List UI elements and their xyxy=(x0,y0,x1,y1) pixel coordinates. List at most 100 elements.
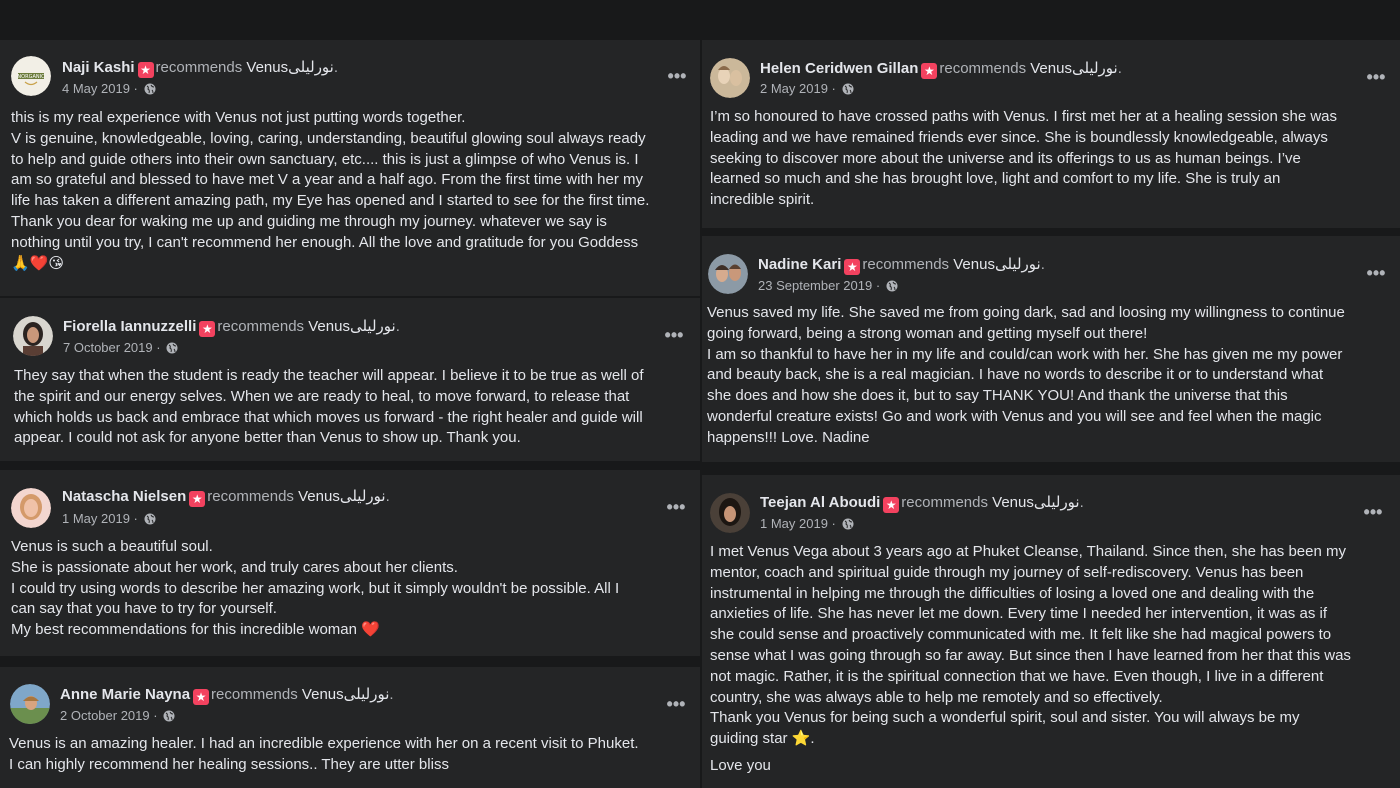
recommends-label: recommends xyxy=(901,494,988,511)
avatar[interactable] xyxy=(11,488,51,528)
globe-icon xyxy=(842,518,854,530)
review-header: Fiorella Iannuzzelli ★ recommends Venusنور… xyxy=(63,318,400,337)
globe-icon xyxy=(842,83,854,95)
avatar[interactable] xyxy=(710,493,750,533)
review-header: Anne Marie Nayna ★ recommends Venusنورليلى… xyxy=(60,686,394,705)
review-text-line: can say that you have to try for yoursel… xyxy=(11,600,277,618)
review-date[interactable]: 1 May 2019 xyxy=(760,516,828,531)
more-options-button[interactable]: ••• xyxy=(1364,68,1388,86)
review-header: Nadine Kari ★ recommends Venusنورليلى. xyxy=(758,256,1045,275)
avatar[interactable] xyxy=(710,58,750,98)
review-date[interactable]: 7 October 2019 xyxy=(63,340,153,355)
review-text-line: Thank you dear for waking me up and guid… xyxy=(11,212,607,230)
recommend-star-icon: ★ xyxy=(189,491,206,507)
review-text-line: the spirit and our energy selves. When w… xyxy=(14,387,630,405)
review-text: I’m so honoured to have crossed paths wi… xyxy=(710,107,1400,211)
globe-icon xyxy=(886,280,898,292)
page-name[interactable]: Venusنورليلى xyxy=(308,318,395,335)
recommend-star-icon: ★ xyxy=(883,497,900,513)
review-text-line: wonderful creature exists! Go and work w… xyxy=(707,407,1322,425)
review-card: NORGANIC Naji Kashi ★ recommends Venusنورل… xyxy=(0,40,700,296)
review-text-line: to help and guide others into their own … xyxy=(11,150,639,168)
review-card: Anne Marie Nayna ★ recommends Venusنورليلى… xyxy=(0,667,700,788)
reviewer-name[interactable]: Natascha Nielsen xyxy=(62,488,186,505)
review-text-line: appear. I could not ask for anyone bette… xyxy=(14,429,521,447)
page-name[interactable]: Venusنورليلى xyxy=(246,59,333,76)
review-text: Venus is such a beautiful soul. She is pa… xyxy=(11,537,700,641)
recommend-star-icon: ★ xyxy=(137,62,154,78)
review-header: Teejan Al Aboudi ★ recommends Venusنورليلى… xyxy=(760,494,1084,513)
globe-icon xyxy=(144,83,156,95)
review-text-line: V is genuine, knowledgeable, loving, car… xyxy=(11,129,646,147)
review-text-line: and beauty back, she is a real magician.… xyxy=(707,366,1324,384)
page-name[interactable]: Venusنورليلى xyxy=(1030,60,1117,77)
review-date-line: 2 May 2019 · xyxy=(760,81,854,97)
review-card: Natascha Nielsen ★ recommends Venusنورليلى… xyxy=(0,470,700,656)
review-text-line: country, she was always able to help me … xyxy=(710,688,1163,706)
review-text-line: she could sense and proactively communic… xyxy=(710,626,1332,644)
review-text-line: learned so much and she has brought love… xyxy=(710,170,1281,188)
more-options-button[interactable]: ••• xyxy=(1364,264,1388,282)
recommend-star-icon: ★ xyxy=(844,259,861,275)
review-text-line: I’m so honoured to have crossed paths wi… xyxy=(710,108,1338,125)
review-card: Nadine Kari ★ recommends Venusنورليلى. 23 … xyxy=(702,236,1400,462)
review-text-line: I can highly recommend her healing sessi… xyxy=(9,755,449,773)
recommends-label: recommends xyxy=(217,318,305,335)
review-text-line: sense what I was going through so far aw… xyxy=(710,646,1351,664)
review-date-line: 1 May 2019 · xyxy=(760,516,854,532)
recommends-label: recommends xyxy=(207,488,294,505)
review-date[interactable]: 23 September 2019 xyxy=(758,278,872,293)
globe-icon xyxy=(166,342,178,354)
avatar[interactable] xyxy=(10,684,50,724)
avatar[interactable]: NORGANIC xyxy=(11,56,51,96)
review-text-line: she does and how she does it, but to say… xyxy=(707,387,1288,405)
recommend-star-icon: ★ xyxy=(199,321,216,337)
review-text-line: I met Venus Vega about 3 years ago at Ph… xyxy=(710,543,1346,560)
reviewer-name[interactable]: Helen Ceridwen Gillan xyxy=(760,60,918,77)
reviewer-name[interactable]: Anne Marie Nayna xyxy=(60,686,190,703)
avatar[interactable] xyxy=(708,254,748,294)
more-options-button[interactable]: ••• xyxy=(1361,503,1385,521)
more-options-button[interactable]: ••• xyxy=(664,695,688,713)
review-date[interactable]: 1 May 2019 xyxy=(62,511,130,526)
page-name[interactable]: Venusنورليلى xyxy=(992,494,1079,511)
review-text: this is my real experience with Venus no… xyxy=(11,108,700,274)
review-text-line: 🙏❤️😘 xyxy=(11,254,64,272)
review-header: Natascha Nielsen ★ recommends Venusنورليلى… xyxy=(62,488,390,507)
more-options-button[interactable]: ••• xyxy=(665,67,689,85)
globe-icon xyxy=(163,710,175,722)
review-text-line: mentor, coach and spiritual guide throug… xyxy=(710,563,1304,581)
review-text-line: My best recommendations for this incredi… xyxy=(11,621,380,639)
review-date[interactable]: 2 May 2019 xyxy=(760,81,828,96)
review-text-line: Venus is an amazing healer. I had an inc… xyxy=(9,735,639,752)
reviewer-name[interactable]: Nadine Kari xyxy=(758,256,841,273)
review-text-line: seeking to discover more about the unive… xyxy=(710,149,1301,167)
review-text-line: guiding star ⭐. xyxy=(710,730,815,748)
page-name[interactable]: Venusنورليلى xyxy=(302,686,389,703)
review-text-line: not magic. Rather, it is the spiritual c… xyxy=(710,667,1324,685)
review-text-line: which holds us back and embrace that whi… xyxy=(14,408,643,426)
review-text-line: this is my real experience with Venus no… xyxy=(11,109,466,126)
review-text-line: anxieties of life. She has never let me … xyxy=(710,605,1327,623)
avatar[interactable] xyxy=(13,316,53,356)
review-card: Helen Ceridwen Gillan ★ recommends Venusنو… xyxy=(702,40,1400,228)
review-date[interactable]: 4 May 2019 xyxy=(62,81,130,96)
more-options-button[interactable]: ••• xyxy=(662,326,686,344)
page-name[interactable]: Venusنورليلى xyxy=(298,488,385,505)
globe-icon xyxy=(144,513,156,525)
review-header: Naji Kashi ★ recommends Venusنورليلى. xyxy=(62,59,339,78)
reviewer-name[interactable]: Fiorella Iannuzzelli xyxy=(63,318,196,335)
review-text-line: Venus is such a beautiful soul. xyxy=(11,538,213,555)
review-text-line: Thank you Venus for being such a wonderf… xyxy=(710,709,1300,727)
more-options-button[interactable]: ••• xyxy=(664,498,688,516)
page-name[interactable]: Venusنورليلى xyxy=(953,256,1040,273)
review-text-line: instrumental in helping me through the d… xyxy=(710,584,1315,602)
review-text: Venus saved my life. She saved me from g… xyxy=(707,303,1400,449)
review-text-line: I am so thankful to have her in my life … xyxy=(707,345,1343,363)
recommends-label: recommends xyxy=(939,60,1027,77)
review-text-line: am so grateful and blessed to have met V… xyxy=(11,171,643,189)
reviewer-name[interactable]: Teejan Al Aboudi xyxy=(760,494,880,511)
reviewer-name[interactable]: Naji Kashi xyxy=(62,59,135,76)
review-text-line: life has taken a different amazing path,… xyxy=(11,192,650,210)
review-date[interactable]: 2 October 2019 xyxy=(60,708,150,723)
